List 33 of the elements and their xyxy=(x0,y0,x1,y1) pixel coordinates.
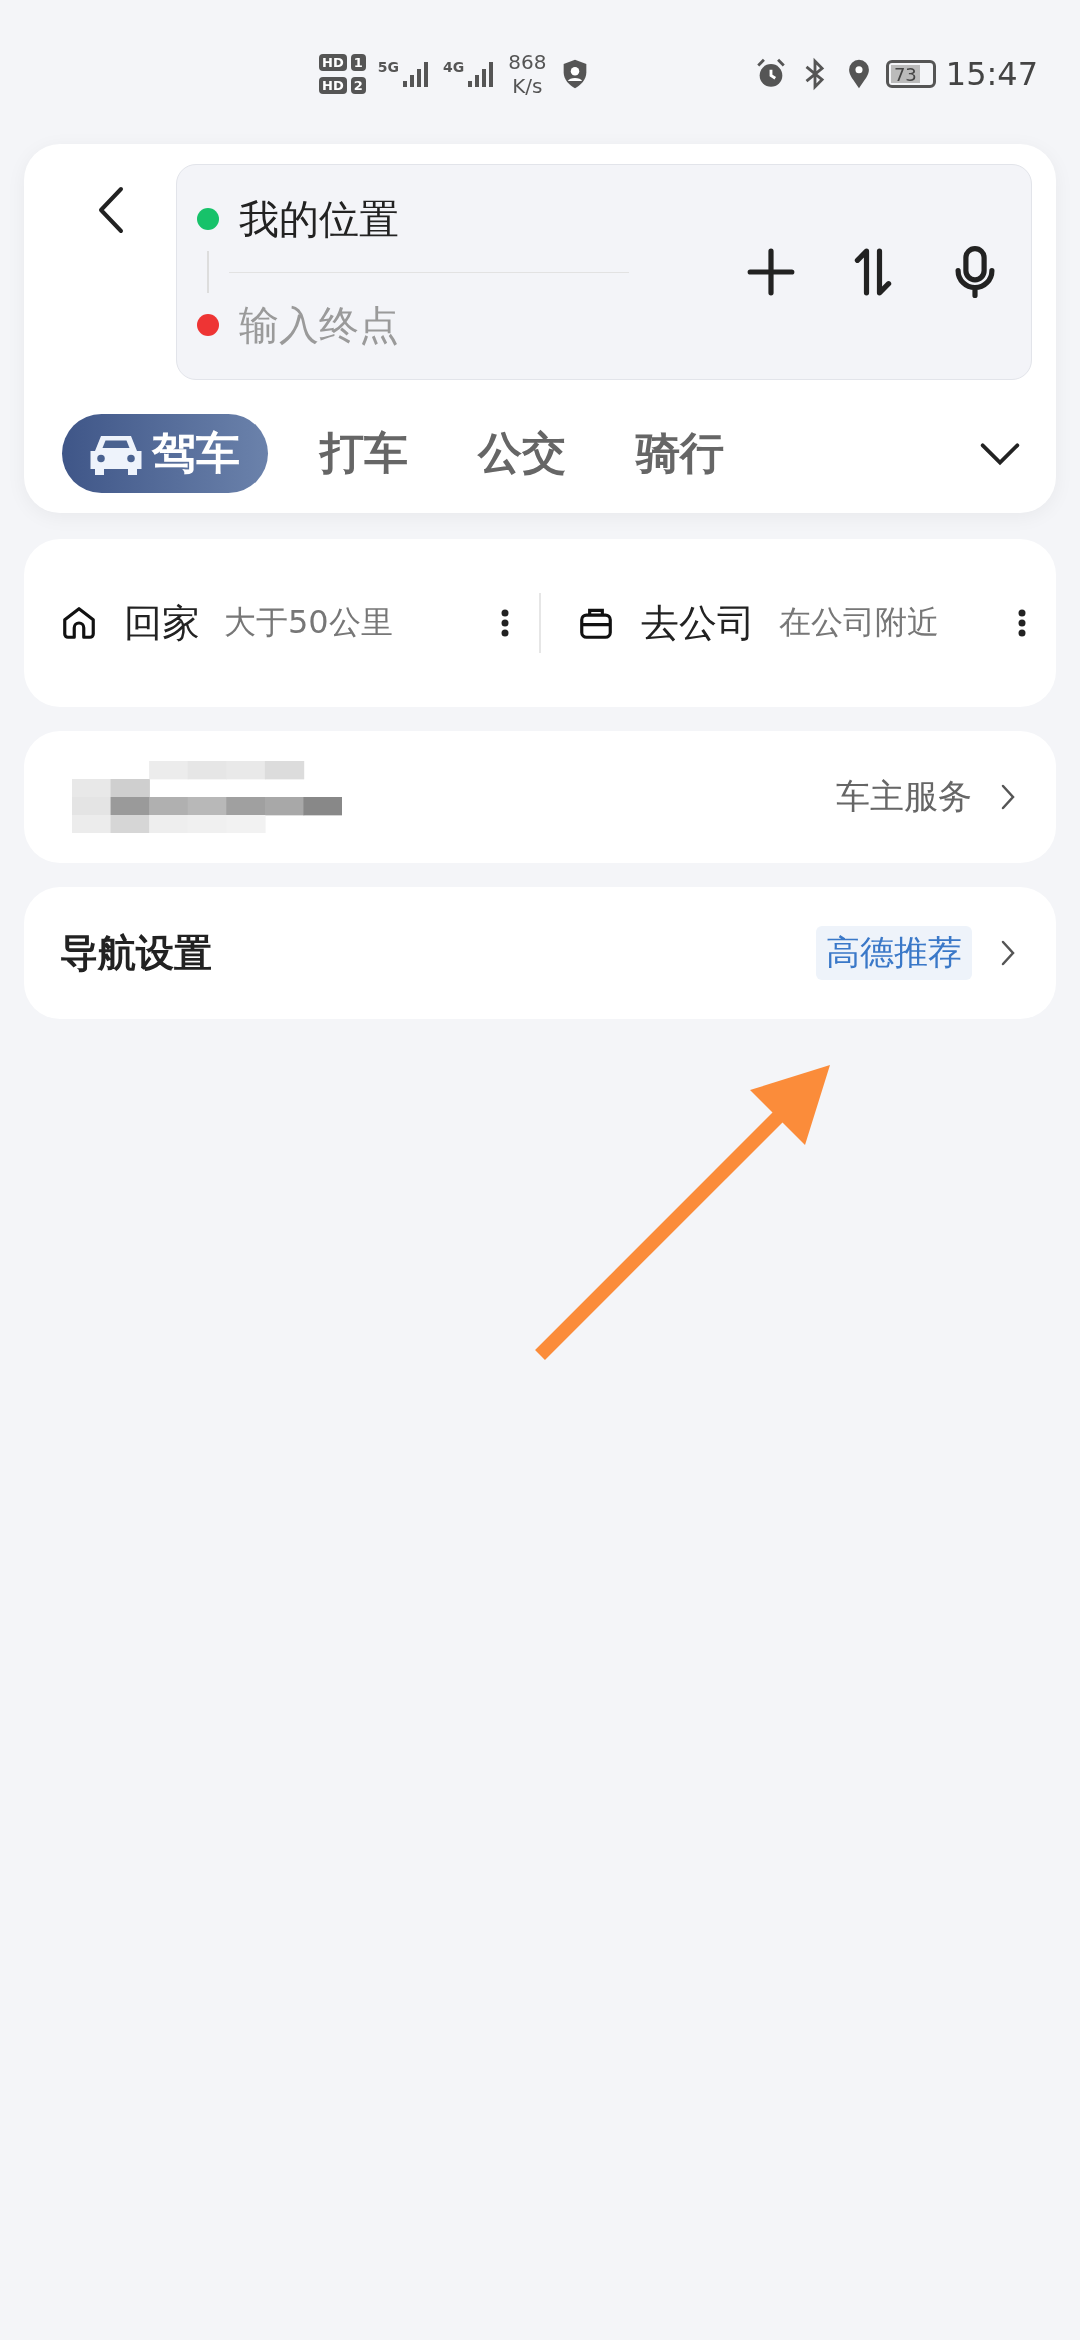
speed-unit: K/s xyxy=(512,74,543,98)
start-field[interactable]: 我的位置 xyxy=(239,196,619,242)
end-dot xyxy=(197,314,219,336)
destination-field[interactable]: 输入终点 xyxy=(239,302,619,348)
network-label: 4G xyxy=(442,59,465,75)
shortcut-detail: 在公司附近 xyxy=(779,602,939,643)
clock-time: 15:47 xyxy=(945,55,1038,93)
mode-tab[interactable]: 公交 xyxy=(460,414,584,493)
speed-value: 868 xyxy=(508,50,547,74)
navigation-settings-title[interactable]: 导航设置 xyxy=(60,927,212,979)
network-label: 5G xyxy=(377,59,399,75)
house-icon xyxy=(60,604,98,642)
start-dot xyxy=(197,208,219,230)
mode-tab[interactable]: 打车 xyxy=(302,414,426,493)
add-icon[interactable] xyxy=(745,246,797,298)
hd-badge: HD xyxy=(319,54,347,71)
mode-tab[interactable]: 驾车 xyxy=(62,414,268,493)
shortcut-detail: 大于50公里 xyxy=(224,602,393,643)
sim-slot: 1 xyxy=(350,54,366,71)
shortcut-label[interactable]: 去公司 xyxy=(641,597,755,649)
more-icon[interactable] xyxy=(501,609,509,637)
chevron-down-icon[interactable] xyxy=(978,440,1022,467)
mode-tab[interactable]: 骑行 xyxy=(618,414,742,493)
chevron-right-icon[interactable] xyxy=(1000,939,1016,967)
chevron-right-icon[interactable] xyxy=(1000,783,1016,811)
hd-badge: HD xyxy=(319,77,347,94)
battery-icon: 73 xyxy=(885,60,936,88)
car-service-link[interactable]: 车主服务 xyxy=(836,774,972,820)
sim-slot: 2 xyxy=(350,77,366,94)
more-icon[interactable] xyxy=(1018,609,1026,637)
signal-icon xyxy=(400,59,431,89)
recommend-badge: 高德推荐 xyxy=(816,926,972,980)
shortcut-label[interactable]: 回家 xyxy=(124,597,200,649)
